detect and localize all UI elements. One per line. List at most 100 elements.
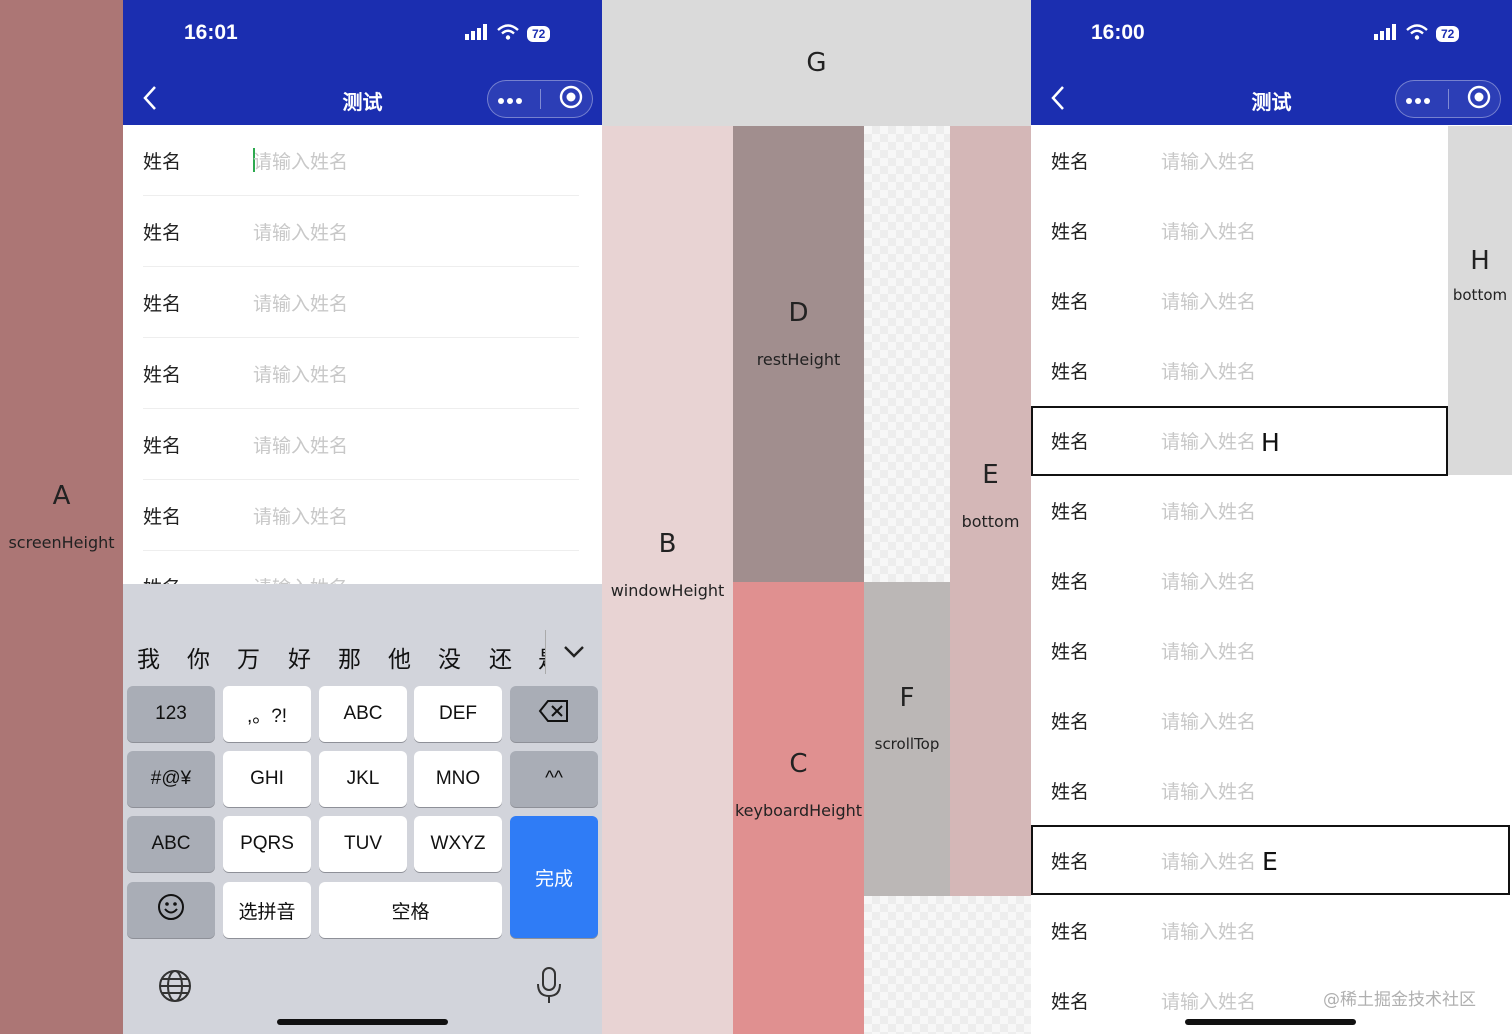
candidate[interactable]: 没 xyxy=(438,640,461,674)
highlight-box-h xyxy=(1031,406,1448,476)
key-abc-switch[interactable]: ABC xyxy=(127,816,215,872)
row-label: 姓名 xyxy=(1051,640,1090,663)
key-punctuation[interactable]: ,。?! xyxy=(223,686,311,742)
name-input[interactable]: 请输入姓名 xyxy=(1161,287,1256,314)
row-label: 姓名 xyxy=(1051,570,1090,593)
done-key[interactable]: 完成 xyxy=(510,816,598,938)
collapse-chevron-icon[interactable] xyxy=(563,644,585,663)
wifi-icon xyxy=(497,24,519,44)
key-ghi[interactable]: GHI xyxy=(223,751,311,807)
more-dots-icon[interactable] xyxy=(497,90,523,109)
key-symbols[interactable]: #@¥ xyxy=(127,751,215,807)
target-icon[interactable] xyxy=(559,85,583,113)
battery-icon: 72 xyxy=(527,26,551,42)
candidate[interactable]: 那 xyxy=(338,640,361,674)
name-input[interactable]: 请输入姓名 xyxy=(253,289,348,316)
target-icon[interactable] xyxy=(1467,85,1491,113)
row-label: 姓名 xyxy=(1051,290,1090,313)
name-input[interactable]: 请输入姓名 xyxy=(1161,357,1256,384)
name-input[interactable]: 请输入姓名 xyxy=(1161,917,1256,944)
key-mno[interactable]: MNO xyxy=(414,751,502,807)
name-input[interactable]: 请输入姓名 xyxy=(253,573,348,585)
space-key[interactable]: 空格 xyxy=(319,882,502,938)
form-row[interactable]: 姓名 请输入姓名 xyxy=(143,196,579,266)
row-label: 姓名 xyxy=(143,150,182,173)
name-input[interactable]: 请输入姓名 xyxy=(1161,497,1256,524)
candidate[interactable]: 还 xyxy=(489,640,512,674)
more-dots-icon[interactable] xyxy=(1405,90,1431,109)
form-row[interactable]: 姓名 请输入姓名 xyxy=(1051,125,1491,195)
name-input[interactable]: 请输入姓名 xyxy=(1161,147,1256,174)
key-pinyin[interactable]: 选拼音 xyxy=(223,882,311,938)
mini-program-capsule[interactable] xyxy=(487,80,593,118)
mini-program-capsule[interactable] xyxy=(1395,80,1501,118)
name-input[interactable]: 请输入姓名 xyxy=(253,147,348,174)
name-input[interactable]: 请输入姓名 xyxy=(1161,707,1256,734)
candidate[interactable]: 万 xyxy=(237,640,260,674)
rest-height-label: restHeight xyxy=(756,349,841,369)
candidate[interactable]: 我 xyxy=(137,640,160,674)
row-label: 姓名 xyxy=(143,221,182,244)
home-indicator xyxy=(1185,1019,1356,1025)
h-bottom-label: bottom xyxy=(1452,285,1508,304)
form-row[interactable]: 姓名 请输入姓名 xyxy=(1051,265,1491,335)
backspace-key[interactable] xyxy=(510,686,598,742)
globe-icon[interactable] xyxy=(158,969,192,1007)
window-height-bar: B windowHeight xyxy=(602,126,733,1034)
status-icons: 72 xyxy=(1374,24,1460,44)
g-area: G xyxy=(602,0,1031,126)
key-jkl[interactable]: JKL xyxy=(319,751,407,807)
form-row[interactable]: 姓名 请输入姓名 xyxy=(143,267,579,337)
key-pqrs[interactable]: PQRS xyxy=(223,816,311,872)
candidate[interactable]: 他 xyxy=(388,640,411,674)
key-123[interactable]: 123 xyxy=(127,686,215,742)
signal-icon xyxy=(465,24,489,44)
emoji-key[interactable] xyxy=(127,882,215,938)
h-bottom-panel: H bottom xyxy=(1448,126,1512,475)
microphone-icon[interactable] xyxy=(536,966,562,1008)
name-input[interactable]: 请输入姓名 xyxy=(253,360,348,387)
name-input[interactable]: 请输入姓名 xyxy=(1161,217,1256,244)
form-row[interactable]: 姓名 请输入姓名 xyxy=(1051,545,1491,615)
name-input[interactable]: 请输入姓名 xyxy=(1161,567,1256,594)
form-row[interactable]: 姓名 请输入姓名 xyxy=(1051,475,1491,545)
scroll-top-bar: F scrollTop xyxy=(864,582,950,896)
form-row[interactable]: 姓名 请输入姓名 xyxy=(143,125,579,195)
row-label: 姓名 xyxy=(1051,780,1090,803)
name-input[interactable]: 请输入姓名 xyxy=(1161,987,1256,1014)
key-emoticon[interactable]: ^^ xyxy=(510,751,598,807)
row-label: 姓名 xyxy=(143,573,253,585)
form-row[interactable]: 姓名 请输入姓名 xyxy=(143,551,579,585)
form-row[interactable]: 姓名 请输入姓名 xyxy=(1051,335,1491,405)
emoji-icon xyxy=(157,893,185,927)
marker-d: D xyxy=(788,297,809,328)
candidate[interactable]: 你 xyxy=(187,640,210,674)
name-input[interactable]: 请输入姓名 xyxy=(1161,777,1256,804)
keyboard-height-label: keyboardHeight xyxy=(734,800,863,820)
name-input[interactable]: 请输入姓名 xyxy=(1161,637,1256,664)
form-row[interactable]: 姓名 请输入姓名 xyxy=(1051,685,1491,755)
name-input[interactable]: 请输入姓名 xyxy=(253,431,348,458)
name-input[interactable]: 请输入姓名 xyxy=(253,502,348,529)
name-input[interactable]: 请输入姓名 xyxy=(253,218,348,245)
bottom-bar: E bottom xyxy=(950,126,1031,896)
header-bar: 16:01 72 测试 xyxy=(123,0,602,125)
key-abc[interactable]: ABC xyxy=(319,686,407,742)
row-label: 姓名 xyxy=(1051,150,1090,173)
key-wxyz[interactable]: WXYZ xyxy=(414,816,502,872)
row-label: 姓名 xyxy=(143,505,182,528)
key-tuv[interactable]: TUV xyxy=(319,816,407,872)
row-label: 姓名 xyxy=(1051,360,1090,383)
form-row[interactable]: 姓名 请输入姓名 xyxy=(1051,615,1491,685)
form-row[interactable]: 姓名 请输入姓名 xyxy=(143,338,579,408)
form-row[interactable]: 姓名 请输入姓名 xyxy=(1051,895,1491,965)
form-row[interactable]: 姓名 请输入姓名 xyxy=(1051,195,1491,265)
form-list: 姓名 请输入姓名 姓名 请输入姓名 姓名 请输入姓名 姓名 请输入姓名 姓名 请输入姓名 … xyxy=(1051,125,1491,1034)
form-row[interactable]: 姓名 请输入姓名 xyxy=(143,409,579,479)
key-def[interactable]: DEF xyxy=(414,686,502,742)
form-row[interactable]: 姓名 请输入姓名 xyxy=(143,480,579,550)
signal-icon xyxy=(1374,24,1398,44)
candidate[interactable]: 好 xyxy=(288,640,311,674)
left-phone: 16:01 72 测试 姓名 请输入姓名 姓名 请输入姓名 姓名 请输入姓名 姓… xyxy=(123,0,602,1034)
form-row[interactable]: 姓名 请输入姓名 xyxy=(1051,755,1491,825)
